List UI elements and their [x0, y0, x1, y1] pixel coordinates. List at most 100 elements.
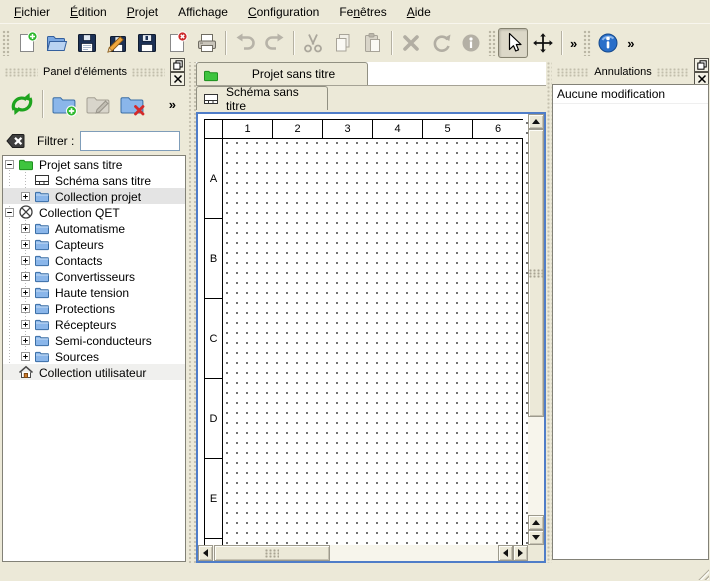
undo-list-item[interactable]: Aucune modification: [553, 85, 708, 104]
menu-configuration[interactable]: Configuration: [238, 2, 329, 22]
open-document-button[interactable]: [42, 28, 72, 58]
diagram-canvas[interactable]: 123456 ABCDE: [198, 114, 528, 545]
tree-item[interactable]: Sources: [3, 348, 185, 364]
scroll-up-button[interactable]: [528, 114, 544, 129]
toolbar-overflow-chevron[interactable]: »: [165, 97, 180, 112]
object-info-button[interactable]: [456, 28, 486, 58]
tree-expander-plus-icon[interactable]: [21, 288, 30, 297]
tree-item-label: Automatisme: [55, 221, 125, 236]
tree-item-label: Collection utilisateur: [39, 365, 146, 380]
new-document-button[interactable]: [12, 28, 42, 58]
tree-item[interactable]: Projet sans titre: [3, 156, 185, 172]
folder-blue-icon: [34, 332, 50, 348]
tree-expander-plus-icon[interactable]: [21, 336, 30, 345]
toolbar-drag-handle[interactable]: [2, 30, 10, 56]
tree-expander-plus-icon[interactable]: [21, 192, 30, 201]
project-folder-icon: [203, 67, 220, 82]
toolbar-overflow-chevron[interactable]: »: [623, 36, 638, 51]
pointer-button[interactable]: [498, 28, 528, 58]
scroll-down-button[interactable]: [528, 530, 544, 545]
toolbar-separator: [561, 31, 563, 55]
vertical-scrollbar[interactable]: [528, 114, 544, 545]
vertical-scroll-thumb[interactable]: [528, 129, 544, 417]
folder-new-button[interactable]: [47, 87, 81, 121]
save-as-button[interactable]: [102, 28, 132, 58]
tree-item[interactable]: Semi-conducteurs: [3, 332, 185, 348]
dock-handle[interactable]: [132, 68, 165, 77]
tree-expander-plus-icon[interactable]: [21, 320, 30, 329]
tree-item[interactable]: Convertisseurs: [3, 268, 185, 284]
tree-item[interactable]: Récepteurs: [3, 316, 185, 332]
column-header: 1: [223, 120, 273, 139]
toolbar-drag-handle[interactable]: [583, 30, 591, 56]
tree-item[interactable]: Contacts: [3, 252, 185, 268]
toolbar-drag-handle[interactable]: [488, 30, 496, 56]
left-splitter[interactable]: [186, 62, 196, 563]
tree-item[interactable]: Collection projet: [3, 188, 185, 204]
undo-panel-title: Annulations: [594, 66, 652, 78]
reload-collections-button[interactable]: [5, 87, 39, 121]
move-button[interactable]: [528, 28, 558, 58]
tree-item-label: Capteurs: [55, 237, 104, 252]
save-button[interactable]: [72, 28, 102, 58]
menu-fenetres[interactable]: Fenêtres: [329, 2, 396, 22]
tree-expander-plus-icon[interactable]: [21, 240, 30, 249]
tree-expander-plus-icon[interactable]: [21, 224, 30, 233]
tree-expander-plus-icon[interactable]: [21, 304, 30, 313]
status-bar: [0, 563, 710, 581]
folder-edit-button[interactable]: [81, 87, 115, 121]
tree-item[interactable]: Haute tension: [3, 284, 185, 300]
tab-schema[interactable]: Schéma sans titre: [196, 86, 328, 110]
print-button[interactable]: [192, 28, 222, 58]
tree-item[interactable]: Protections: [3, 300, 185, 316]
cut-button[interactable]: [298, 28, 328, 58]
undo-panel-dock: Annulations Aucune modification: [552, 62, 710, 581]
menu-projet[interactable]: Projet: [117, 2, 168, 22]
filter-input[interactable]: [80, 131, 180, 151]
resize-grip-icon[interactable]: [696, 567, 709, 580]
tree-expander-plus-icon[interactable]: [21, 256, 30, 265]
folder-delete-button[interactable]: [115, 87, 149, 121]
scroll-right-button[interactable]: [513, 545, 528, 561]
toolbar-overflow-chevron[interactable]: »: [566, 36, 581, 51]
scroll-left-button[interactable]: [198, 545, 213, 561]
scroll-left-button[interactable]: [498, 545, 513, 561]
dock-handle[interactable]: [657, 68, 689, 77]
close-file-button[interactable]: [162, 28, 192, 58]
copy-button[interactable]: [328, 28, 358, 58]
tree-expander-plus-icon[interactable]: [21, 352, 30, 361]
tree-item-label: Contacts: [55, 253, 102, 268]
tree-item[interactable]: Schéma sans titre: [3, 172, 185, 188]
delete-button[interactable]: [396, 28, 426, 58]
save-all-button[interactable]: [132, 28, 162, 58]
scroll-up-button[interactable]: [528, 515, 544, 530]
undo-history-list: Aucune modification: [552, 84, 709, 560]
menu-affichage[interactable]: Affichage: [168, 2, 238, 22]
tree-item-label: Schéma sans titre: [55, 173, 151, 188]
undo-button[interactable]: [230, 28, 260, 58]
horizontal-scroll-thumb[interactable]: [214, 545, 330, 561]
tab-project[interactable]: Projet sans titre: [196, 62, 368, 85]
info-blue-button[interactable]: [593, 28, 623, 58]
toolbar-separator: [225, 31, 227, 55]
paste-button[interactable]: [358, 28, 388, 58]
tree-item[interactable]: Automatisme: [3, 220, 185, 236]
dock-handle[interactable]: [5, 68, 38, 77]
redo-button[interactable]: [260, 28, 290, 58]
menu-edition[interactable]: Édition: [60, 2, 117, 22]
dock-float-button[interactable]: [170, 58, 185, 72]
clear-filter-button[interactable]: [5, 131, 29, 151]
menu-aide[interactable]: Aide: [397, 2, 441, 22]
toolbar-area: » »: [0, 23, 710, 62]
dock-float-button[interactable]: [694, 58, 709, 72]
horizontal-scrollbar[interactable]: [198, 545, 528, 561]
tree-expander-minus-icon[interactable]: [5, 160, 14, 169]
tree-expander-plus-icon[interactable]: [21, 272, 30, 281]
menu-fichier[interactable]: Fichier: [4, 2, 60, 22]
tree-item[interactable]: Collection QET: [3, 204, 185, 220]
tree-item[interactable]: Collection utilisateur: [3, 364, 185, 380]
dock-handle[interactable]: [557, 68, 589, 77]
tree-item[interactable]: Capteurs: [3, 236, 185, 252]
rotate-button[interactable]: [426, 28, 456, 58]
tree-expander-minus-icon[interactable]: [5, 208, 14, 217]
